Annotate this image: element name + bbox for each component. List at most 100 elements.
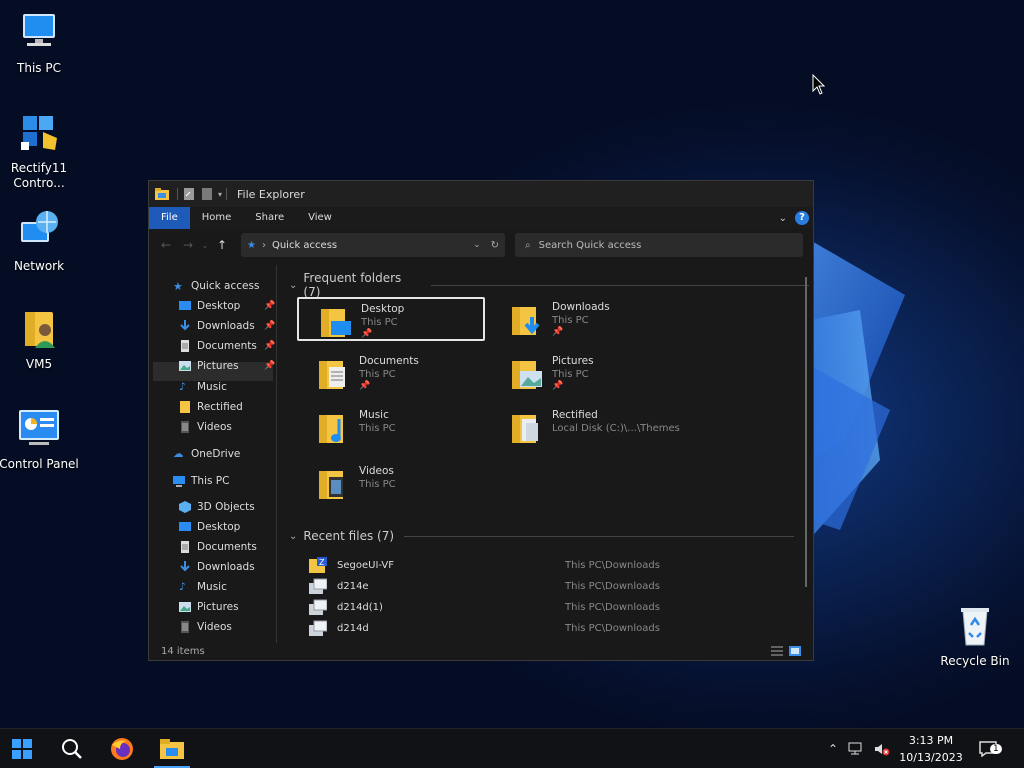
large-icons-view-icon[interactable] [789, 646, 801, 656]
file-name: SegoeUI-VF [337, 559, 395, 571]
address-dropdown-icon[interactable]: ⌄ [473, 240, 481, 250]
folder-name: Pictures [552, 355, 594, 367]
file-path: This PC\Downloads [565, 622, 660, 634]
svg-text:Z: Z [319, 558, 325, 567]
notification-center-button[interactable]: 1 [968, 729, 1008, 768]
recent-file-row[interactable]: d214e This PC\Downloads [309, 576, 779, 596]
search-icon [62, 739, 82, 759]
desktop-icon-control-panel[interactable]: Control Panel [0, 406, 79, 472]
address-bar[interactable]: ★ › Quick access ⌄ ↻ [241, 233, 505, 257]
search-input[interactable]: ⌕ Search Quick access [515, 233, 803, 257]
recent-locations-icon[interactable]: ⌄ [199, 241, 211, 250]
up-arrow-icon[interactable]: ↑ [211, 238, 233, 252]
collapse-chevron-icon: ⌄ [289, 279, 298, 291]
folder-tile-music[interactable]: Music This PC [297, 405, 485, 449]
desktop-icon-recycle-bin[interactable]: Recycle Bin [935, 603, 1015, 669]
show-hidden-icons-icon[interactable]: ⌃ [828, 742, 838, 756]
folder-name: Downloads [552, 301, 610, 313]
documents-folder-icon [319, 361, 345, 389]
folder-tile-desktop[interactable]: Desktop This PC 📌 [297, 297, 485, 341]
item-count: 14 items [161, 646, 205, 657]
nav-item-pc-downloads[interactable]: Downloads [179, 558, 255, 576]
title-bar[interactable]: ▾ File Explorer [149, 181, 813, 207]
nav-item-music[interactable]: ♪ Music [179, 378, 227, 396]
tab-file[interactable]: File [149, 207, 190, 229]
breadcrumb-location[interactable]: Quick access [272, 240, 337, 251]
folder-tile-pictures[interactable]: Pictures This PC 📌 [490, 351, 678, 395]
folder-tile-downloads[interactable]: Downloads This PC 📌 [490, 297, 678, 341]
details-view-icon[interactable] [771, 646, 783, 656]
qat-dropdown-icon[interactable]: ▾ [218, 190, 222, 199]
nav-item-pc-videos[interactable]: Videos [179, 618, 232, 636]
nav-label: Desktop [197, 300, 241, 312]
control-panel-icon [19, 410, 59, 445]
nav-item-3d-objects[interactable]: 3D Objects [179, 498, 255, 516]
nav-item-videos[interactable]: Videos [179, 418, 232, 436]
recent-file-row[interactable]: d214d(1) This PC\Downloads [309, 597, 779, 617]
title-divider [177, 188, 178, 200]
network-icon [21, 211, 58, 242]
nav-item-pictures[interactable]: Pictures 📌 [179, 357, 275, 375]
recent-file-row[interactable]: Z SegoeUI-VF This PC\Downloads [309, 555, 779, 575]
desktop-icon-vm5[interactable]: VM5 [0, 306, 79, 372]
recent-files-header[interactable]: ⌄ Recent files (7) [289, 529, 795, 543]
system-tray: ⌃ [828, 729, 890, 768]
tab-share[interactable]: Share [243, 207, 296, 229]
desktop-icon-this-pc[interactable]: This PC [0, 10, 79, 76]
refresh-icon[interactable]: ↻ [491, 240, 499, 251]
clock[interactable]: 3:13 PM 10/13/2023 [892, 732, 970, 766]
frequent-folders-header[interactable]: ⌄ Frequent folders (7) [289, 271, 809, 299]
documents-icon [181, 340, 189, 352]
nav-item-pc-pictures[interactable]: Pictures [179, 598, 239, 616]
desktop-icon-rectify11[interactable]: Rectify11 Contro... [0, 110, 79, 191]
taskbar: ⌃ 3:13 PM 10/13/2023 1 [0, 728, 1024, 768]
rectify11-control-center-icon [21, 116, 57, 150]
folder-tile-rectified[interactable]: Rectified Local Disk (C:)\...\Themes [490, 405, 720, 449]
clock-date: 10/13/2023 [899, 751, 963, 764]
nav-item-pc-music[interactable]: ♪ Music [179, 578, 227, 596]
search-button[interactable] [52, 729, 92, 768]
nav-item-documents[interactable]: Documents 📌 [179, 337, 275, 355]
content-pane: ⌄ Frequent folders (7) Desktop This PC 📌… [279, 265, 809, 645]
window-title: File Explorer [237, 187, 305, 201]
folder-tile-documents[interactable]: Documents This PC 📌 [297, 351, 485, 395]
tab-view[interactable]: View [296, 207, 344, 229]
mouse-cursor-icon [812, 74, 826, 95]
folder-tile-videos[interactable]: Videos This PC [297, 461, 485, 505]
forward-arrow-icon[interactable]: → [177, 238, 199, 252]
nav-item-this-pc[interactable]: This PC [173, 472, 229, 490]
network-status-icon[interactable] [848, 742, 864, 756]
nav-item-pc-documents[interactable]: Documents [179, 538, 257, 556]
folder-location: This PC [361, 317, 398, 328]
nav-item-downloads[interactable]: Downloads 📌 [179, 317, 275, 335]
nav-label: 3D Objects [197, 501, 255, 513]
nav-item-onedrive[interactable]: ☁ OneDrive [173, 445, 240, 463]
nav-item-desktop[interactable]: Desktop 📌 [179, 297, 275, 315]
new-folder-icon[interactable] [200, 188, 214, 200]
tab-home[interactable]: Home [190, 207, 244, 229]
recent-file-row[interactable]: d214d This PC\Downloads [309, 618, 779, 638]
start-button[interactable] [2, 729, 42, 768]
firefox-button[interactable] [102, 729, 142, 768]
documents-icon [181, 541, 189, 553]
nav-item-pc-desktop[interactable]: Desktop [179, 518, 240, 536]
volume-muted-icon[interactable] [874, 742, 890, 756]
properties-icon[interactable] [182, 188, 196, 200]
nav-label: Music [197, 381, 227, 393]
pictures-icon [179, 602, 191, 612]
file-explorer-button[interactable] [152, 729, 192, 768]
help-icon[interactable]: ? [795, 211, 809, 225]
desktop-icon-network[interactable]: Network [0, 208, 79, 274]
nav-label: This PC [191, 475, 230, 487]
nav-item-rectified[interactable]: Rectified [179, 398, 243, 416]
folder-name: Documents [359, 355, 419, 367]
file-name: d214d(1) [337, 601, 383, 613]
downloads-icon [180, 320, 190, 331]
nav-label: Rectified [197, 401, 243, 413]
expand-ribbon-icon[interactable]: ⌄ [779, 213, 787, 224]
nav-item-quick-access[interactable]: ★ Quick access [173, 277, 259, 295]
vertical-scrollbar[interactable] [805, 277, 807, 587]
section-divider [404, 535, 795, 537]
navigation-pane: ★ Quick access Desktop 📌 Downloads 📌 Doc… [149, 265, 277, 645]
back-arrow-icon[interactable]: ← [155, 238, 177, 252]
